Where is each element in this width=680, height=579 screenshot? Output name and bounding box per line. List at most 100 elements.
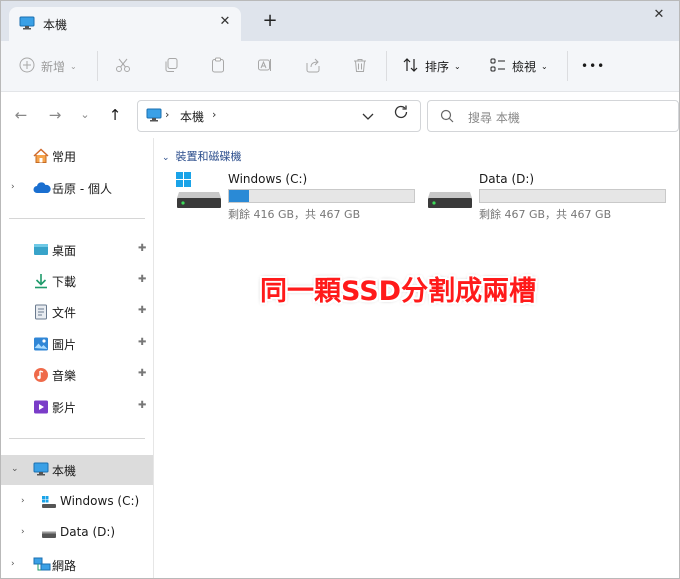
content-pane: ⌄ 裝置和磁碟機 Windows (C:) 剩餘 416 GB，共 467 GB [154,138,679,578]
drive-usage-bar [479,189,666,203]
chevron-down-icon: ⌄ [162,153,170,163]
refresh-icon[interactable] [392,103,414,125]
expand-chevron-icon[interactable]: › [11,559,15,569]
delete-button[interactable] [352,54,368,78]
forward-arrow-icon[interactable]: → [45,105,65,125]
toolbar-divider [97,51,98,81]
nav-item-drive-c[interactable]: › Windows (C:) [1,487,153,517]
plus-icon [19,57,35,76]
new-tab-button[interactable]: + [259,10,281,32]
nav-item-home[interactable]: 常用 [1,141,153,171]
cut-button[interactable] [115,54,131,78]
drive-usage-bar [228,189,415,203]
nav-label: Windows (C:) [60,494,140,508]
chevron-down-icon: ⌄ [70,61,77,71]
nav-item-documents[interactable]: 文件 ✚ [1,297,153,327]
new-button-label: 新增 [41,59,66,74]
nav-label: 下載 [52,275,77,289]
tab-strip: 本機 ✕ + ✕ [1,1,679,41]
this-pc-icon [33,462,49,478]
rename-button[interactable] [257,54,273,78]
nav-item-music[interactable]: 音樂 ✚ [1,360,153,390]
toolbar-divider [567,51,568,81]
more-options-button[interactable]: ••• [581,54,605,78]
copy-icon [163,57,179,76]
command-bar: 新增 ⌄ 排序 ⌄ 檢視 ⌄ ••• [1,41,679,92]
drive-name: Windows (C:) [228,172,308,186]
pin-icon[interactable]: ✚ [138,305,146,316]
windows-drive-icon [176,172,224,212]
share-icon [305,57,321,76]
windows-drive-icon [41,494,57,510]
back-arrow-icon[interactable]: ← [11,105,31,125]
nav-label: 常用 [52,150,77,164]
paste-button[interactable] [210,54,226,78]
sort-button-label: 排序 [425,59,450,74]
expand-chevron-icon[interactable]: › [11,182,15,192]
nav-label: 網路 [52,559,77,573]
nav-item-this-pc[interactable]: ⌄ 本機 [1,455,153,485]
music-icon [33,367,49,383]
search-icon [440,109,454,126]
nav-item-drive-d[interactable]: › Data (D:) [1,518,153,548]
nav-label: 影片 [52,401,77,415]
breadcrumb-this-pc[interactable]: 本機 [180,108,204,125]
new-button[interactable]: 新增 ⌄ [19,54,77,78]
drive-free-space: 剩餘 416 GB，共 467 GB [228,208,361,221]
nav-label: 圖片 [52,338,77,352]
tab-close-icon[interactable]: ✕ [215,12,235,32]
pin-icon[interactable]: ✚ [138,337,146,348]
this-pc-icon [146,108,162,125]
pin-icon[interactable]: ✚ [138,368,146,379]
search-placeholder: 搜尋 本機 [468,111,520,125]
breadcrumb-separator-icon[interactable]: › [212,108,216,121]
expand-chevron-icon[interactable]: ⌄ [11,464,19,474]
view-button[interactable]: 檢視 ⌄ [490,54,548,78]
nav-item-downloads[interactable]: 下載 ✚ [1,266,153,296]
nav-item-onedrive[interactable]: › 岳原 - 個人 [1,173,153,203]
video-icon [33,399,49,415]
home-icon [33,148,49,164]
up-arrow-icon[interactable]: ↑ [105,105,125,125]
chevron-down-icon: ⌄ [454,61,461,71]
tab-this-pc[interactable]: 本機 ✕ [9,7,241,41]
group-header-devices[interactable]: ⌄ 裝置和磁碟機 [162,148,242,164]
paste-icon [210,57,226,76]
drive-name: Data (D:) [479,172,535,186]
pin-icon[interactable]: ✚ [138,400,146,411]
nav-label: 文件 [52,306,77,320]
drive-icon [427,172,475,212]
nav-divider [9,438,145,439]
expand-chevron-icon[interactable]: › [21,527,25,537]
copy-button[interactable] [163,54,179,78]
group-label: 裝置和磁碟機 [175,150,242,163]
navigation-pane: 常用 › 岳原 - 個人 桌面 ✚ 下載 ✚ 文件 ✚ 圖片 ✚ 音樂 ✚ 影片… [1,138,154,578]
desktop-icon [33,242,49,258]
toolbar-divider [386,51,387,81]
annotation-overlay-text: 同一顆SSD分割成兩槽 [260,276,537,307]
recent-locations-chevron-icon[interactable]: ⌄ [75,105,95,125]
nav-item-network[interactable]: › 網路 [1,550,153,578]
rename-icon [257,57,273,76]
address-dropdown-icon[interactable] [361,111,381,125]
nav-item-desktop[interactable]: 桌面 ✚ [1,235,153,265]
share-button[interactable] [305,54,321,78]
expand-chevron-icon[interactable]: › [21,496,25,506]
sort-button[interactable]: 排序 ⌄ [403,54,461,78]
pin-icon[interactable]: ✚ [138,274,146,285]
view-button-label: 檢視 [512,59,537,74]
drive-tile-c[interactable]: Windows (C:) 剩餘 416 GB，共 467 GB [176,170,416,222]
nav-label: 本機 [52,464,77,478]
sort-icon [403,57,419,76]
breadcrumb-separator-icon[interactable]: › [165,108,169,121]
drive-tile-d[interactable]: Data (D:) 剩餘 467 GB，共 467 GB [427,170,667,222]
nav-item-pictures[interactable]: 圖片 ✚ [1,329,153,359]
drive-icon [41,525,57,541]
search-box[interactable]: 搜尋 本機 [427,100,679,132]
view-icon [490,57,506,76]
window-close-button[interactable]: ✕ [647,5,671,25]
pin-icon[interactable]: ✚ [138,243,146,254]
cloud-icon [33,180,51,196]
nav-item-videos[interactable]: 影片 ✚ [1,392,153,422]
nav-divider [9,218,145,219]
